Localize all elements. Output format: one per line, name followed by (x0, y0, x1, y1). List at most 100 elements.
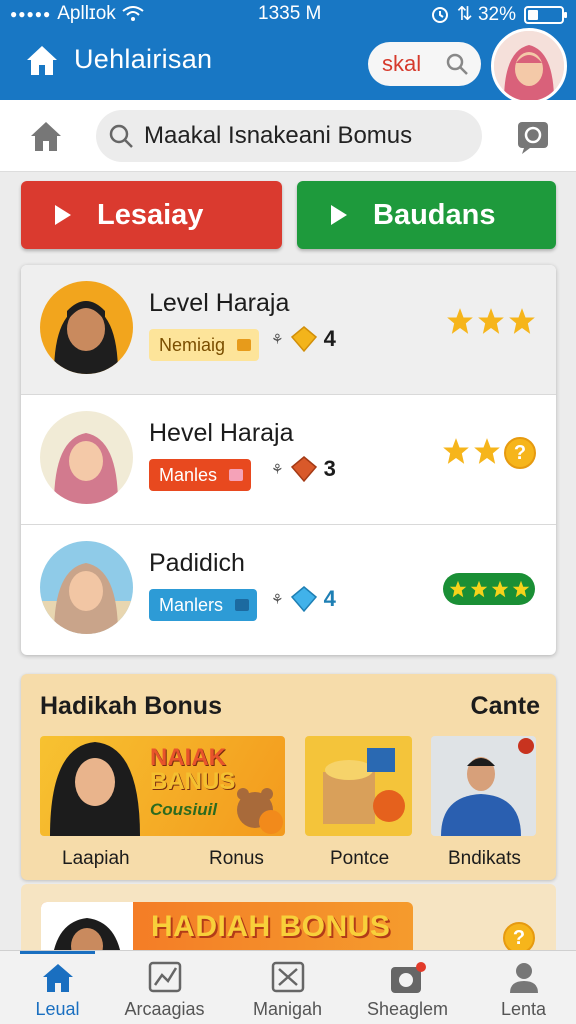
player-badge-label: Manlers (159, 594, 224, 615)
cross-icon (271, 961, 304, 993)
bonus-item-caption: Ronus (209, 848, 264, 869)
chat-icon[interactable] (516, 120, 550, 154)
app-title: Uehlairisan (74, 44, 213, 74)
bonus-banner-title: HADIAH BONUS (151, 910, 391, 943)
bear-illustration (237, 788, 283, 834)
player-rating (443, 573, 535, 605)
header-search-button[interactable]: skal (368, 42, 481, 86)
nav-label: Sheaglem (366, 999, 449, 1019)
star-icon (474, 438, 500, 464)
gem-separator-icon: ⚘ (271, 460, 284, 477)
wifi-icon (122, 6, 144, 21)
gem-icon (290, 456, 317, 483)
app-header: ●●●●● Apllɪok 1335 M ⇅ 32% Uehlairisan s… (0, 0, 576, 104)
player-count: 4 (323, 586, 336, 611)
star-icon (447, 308, 473, 334)
nav-item-lenta[interactable]: Lenta (466, 951, 576, 1024)
nav-item-arcaagias[interactable]: Arcaagias (107, 951, 222, 1024)
star-icon (470, 580, 487, 598)
star-icon (449, 580, 466, 598)
play-button-primary-label: Lesaiay (97, 198, 204, 231)
battery-icon (524, 5, 567, 24)
player-row[interactable]: Level Haraja Nemiaig ⚘ 4 (21, 265, 556, 395)
player-badge: Manlers (149, 589, 258, 621)
player-badge: Manles (149, 459, 252, 491)
bonus-host-illustration (50, 742, 140, 836)
bonus-banner-tile[interactable]: NAIAK BANUS Cousiuil (40, 736, 285, 836)
play-button-secondary[interactable]: Baudans (297, 181, 556, 249)
player-list: Level Haraja Nemiaig ⚘ 4 Hevel Haraja Ma… (21, 265, 556, 655)
badge-chip-icon (235, 599, 250, 611)
play-icon (55, 205, 71, 225)
bonus-tile-box[interactable] (305, 736, 412, 836)
signal-icon: ●●●●● (10, 7, 52, 21)
gem-separator-icon: ⚘ (271, 330, 284, 347)
bonus-title: Hadikah Bonus (40, 692, 222, 720)
player-row[interactable]: Padidich Manlers ⚘ 4 (21, 525, 556, 655)
player-rating (446, 307, 536, 335)
player-name: Level Haraja (149, 289, 290, 317)
search-icon (446, 53, 468, 75)
bottom-nav: Leual Arcaagias Manigah Sheaglem Lenta (0, 950, 576, 1024)
player-avatar (40, 411, 133, 504)
bonus-more-link[interactable]: Cante (471, 692, 540, 721)
nav-label: Arcaagias (124, 999, 205, 1019)
star-icon (491, 580, 508, 598)
person-icon (509, 963, 538, 993)
search-input-value: Maakal Isnakeani Bomus (144, 122, 413, 149)
bonus-item-caption: Bndikats (448, 848, 521, 869)
alarm-icon (431, 6, 448, 23)
player-count: 4 (323, 326, 336, 351)
player-score: ⚘ 3 (271, 455, 336, 483)
search-row: Maakal Isnakeani Bomus (0, 100, 576, 172)
play-button-secondary-label: Baudans (373, 198, 496, 231)
badge-chip-icon (237, 339, 252, 351)
battery-percent: ⇅ 32% (456, 4, 516, 25)
bonus-banner-line3: Cousiuil (150, 800, 218, 819)
play-button-primary[interactable]: Lesaiay (21, 181, 282, 249)
star-icon (509, 308, 535, 334)
bonus-banner-line1: NAIAK (150, 744, 226, 771)
bonus-section: Hadikah Bonus Cante NAIAK BANUS Cousiuil… (21, 674, 556, 880)
star-icon (512, 580, 529, 598)
camera-icon (390, 962, 426, 993)
carrier-name: Apllɪok (57, 3, 116, 24)
player-name: Padidich (149, 549, 245, 577)
player-count: 3 (323, 456, 336, 481)
bonus-item-caption: Pontce (330, 848, 390, 869)
bonus-tile-video[interactable] (431, 736, 536, 836)
nav-item-leual[interactable]: Leual (0, 951, 115, 1024)
player-score: ⚘ 4 (271, 325, 336, 353)
badge-chip-icon (229, 469, 244, 481)
bonus-item-caption: Laapiah (62, 848, 130, 869)
presenter-illustration (431, 736, 536, 836)
question-coin-icon: ? (504, 437, 536, 469)
home-outline-icon[interactable] (28, 118, 64, 154)
star-icon (443, 438, 469, 464)
nav-item-manigah[interactable]: Manigah (230, 951, 345, 1024)
player-badge: Nemiaig (149, 329, 260, 361)
player-badge-label: Manles (159, 464, 218, 485)
player-rating: ? (442, 437, 536, 469)
player-score: ⚘ 4 (271, 585, 336, 613)
header-search-label: skal (382, 51, 422, 76)
status-bar: ●●●●● Apllɪok 1335 M ⇅ 32% (0, 0, 576, 28)
gem-icon (290, 326, 317, 353)
player-row[interactable]: Hevel Haraja Manles ⚘ 3 ? (21, 395, 556, 525)
bonus-banner-text: NAIAK BANUS Cousiuil (150, 746, 235, 822)
player-badge-label: Nemiaig (159, 334, 226, 355)
bonus-banner-line2: BANUS (150, 768, 236, 795)
gem-separator-icon: ⚘ (271, 590, 284, 607)
player-avatar (40, 281, 133, 374)
player-name: Hevel Haraja (149, 419, 294, 447)
star-icon (478, 308, 504, 334)
profile-avatar[interactable] (491, 28, 567, 104)
nav-label: Manigah (252, 999, 323, 1019)
search-input[interactable]: Maakal Isnakeani Bomus (96, 110, 482, 162)
search-icon (109, 124, 133, 148)
gift-box-illustration (323, 748, 405, 824)
nav-item-sheaglem[interactable]: Sheaglem (350, 951, 465, 1024)
home-icon[interactable] (24, 42, 60, 78)
nav-label: Leual (35, 999, 80, 1019)
graph-icon (148, 961, 181, 993)
